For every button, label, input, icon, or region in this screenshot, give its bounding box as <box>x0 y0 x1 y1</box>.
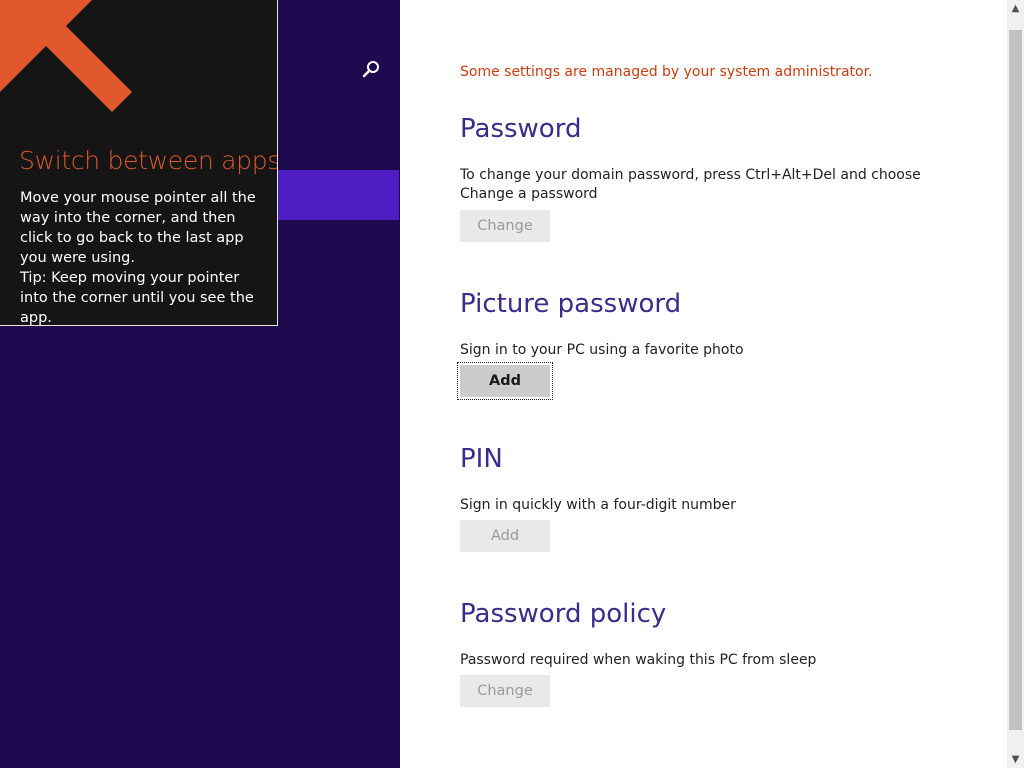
tip-body-text: Move your mouse pointer all the way into… <box>20 190 256 266</box>
password-description: To change your domain password, press Ct… <box>460 167 921 202</box>
picture-password-description: Sign in to your PC using a favorite phot… <box>460 342 744 358</box>
password-policy-change-button[interactable]: Change <box>460 675 550 707</box>
tip-body: Move your mouse pointer all the way into… <box>20 188 264 326</box>
pc-settings-window: Switch between apps Move your mouse poin… <box>0 0 1024 768</box>
picture-password-heading: Picture password <box>460 289 682 319</box>
switch-apps-tip: Switch between apps Move your mouse poin… <box>0 0 278 326</box>
vertical-scrollbar[interactable]: ▲ ▼ <box>1007 0 1024 768</box>
scroll-thumb[interactable] <box>1009 30 1022 730</box>
pin-description: Sign in quickly with a four-digit number <box>460 497 736 513</box>
picture-password-add-button[interactable]: Add <box>457 362 553 400</box>
password-heading: Password <box>460 114 582 144</box>
tip-title: Switch between apps <box>19 146 278 175</box>
password-change-button[interactable]: Change <box>460 210 550 242</box>
pin-add-button[interactable]: Add <box>460 520 550 552</box>
admin-note: Some settings are managed by your system… <box>460 64 873 80</box>
scroll-down-icon[interactable]: ▼ <box>1007 751 1024 768</box>
tip-body-hint: Tip: Keep moving your pointer into the c… <box>20 270 254 326</box>
search-icon[interactable] <box>360 58 382 80</box>
arrow-up-left-icon <box>0 0 132 112</box>
scroll-up-icon[interactable]: ▲ <box>1007 0 1024 17</box>
password-policy-description: Password required when waking this PC fr… <box>460 652 817 668</box>
pin-heading: PIN <box>460 444 503 474</box>
password-policy-heading: Password policy <box>460 599 667 629</box>
